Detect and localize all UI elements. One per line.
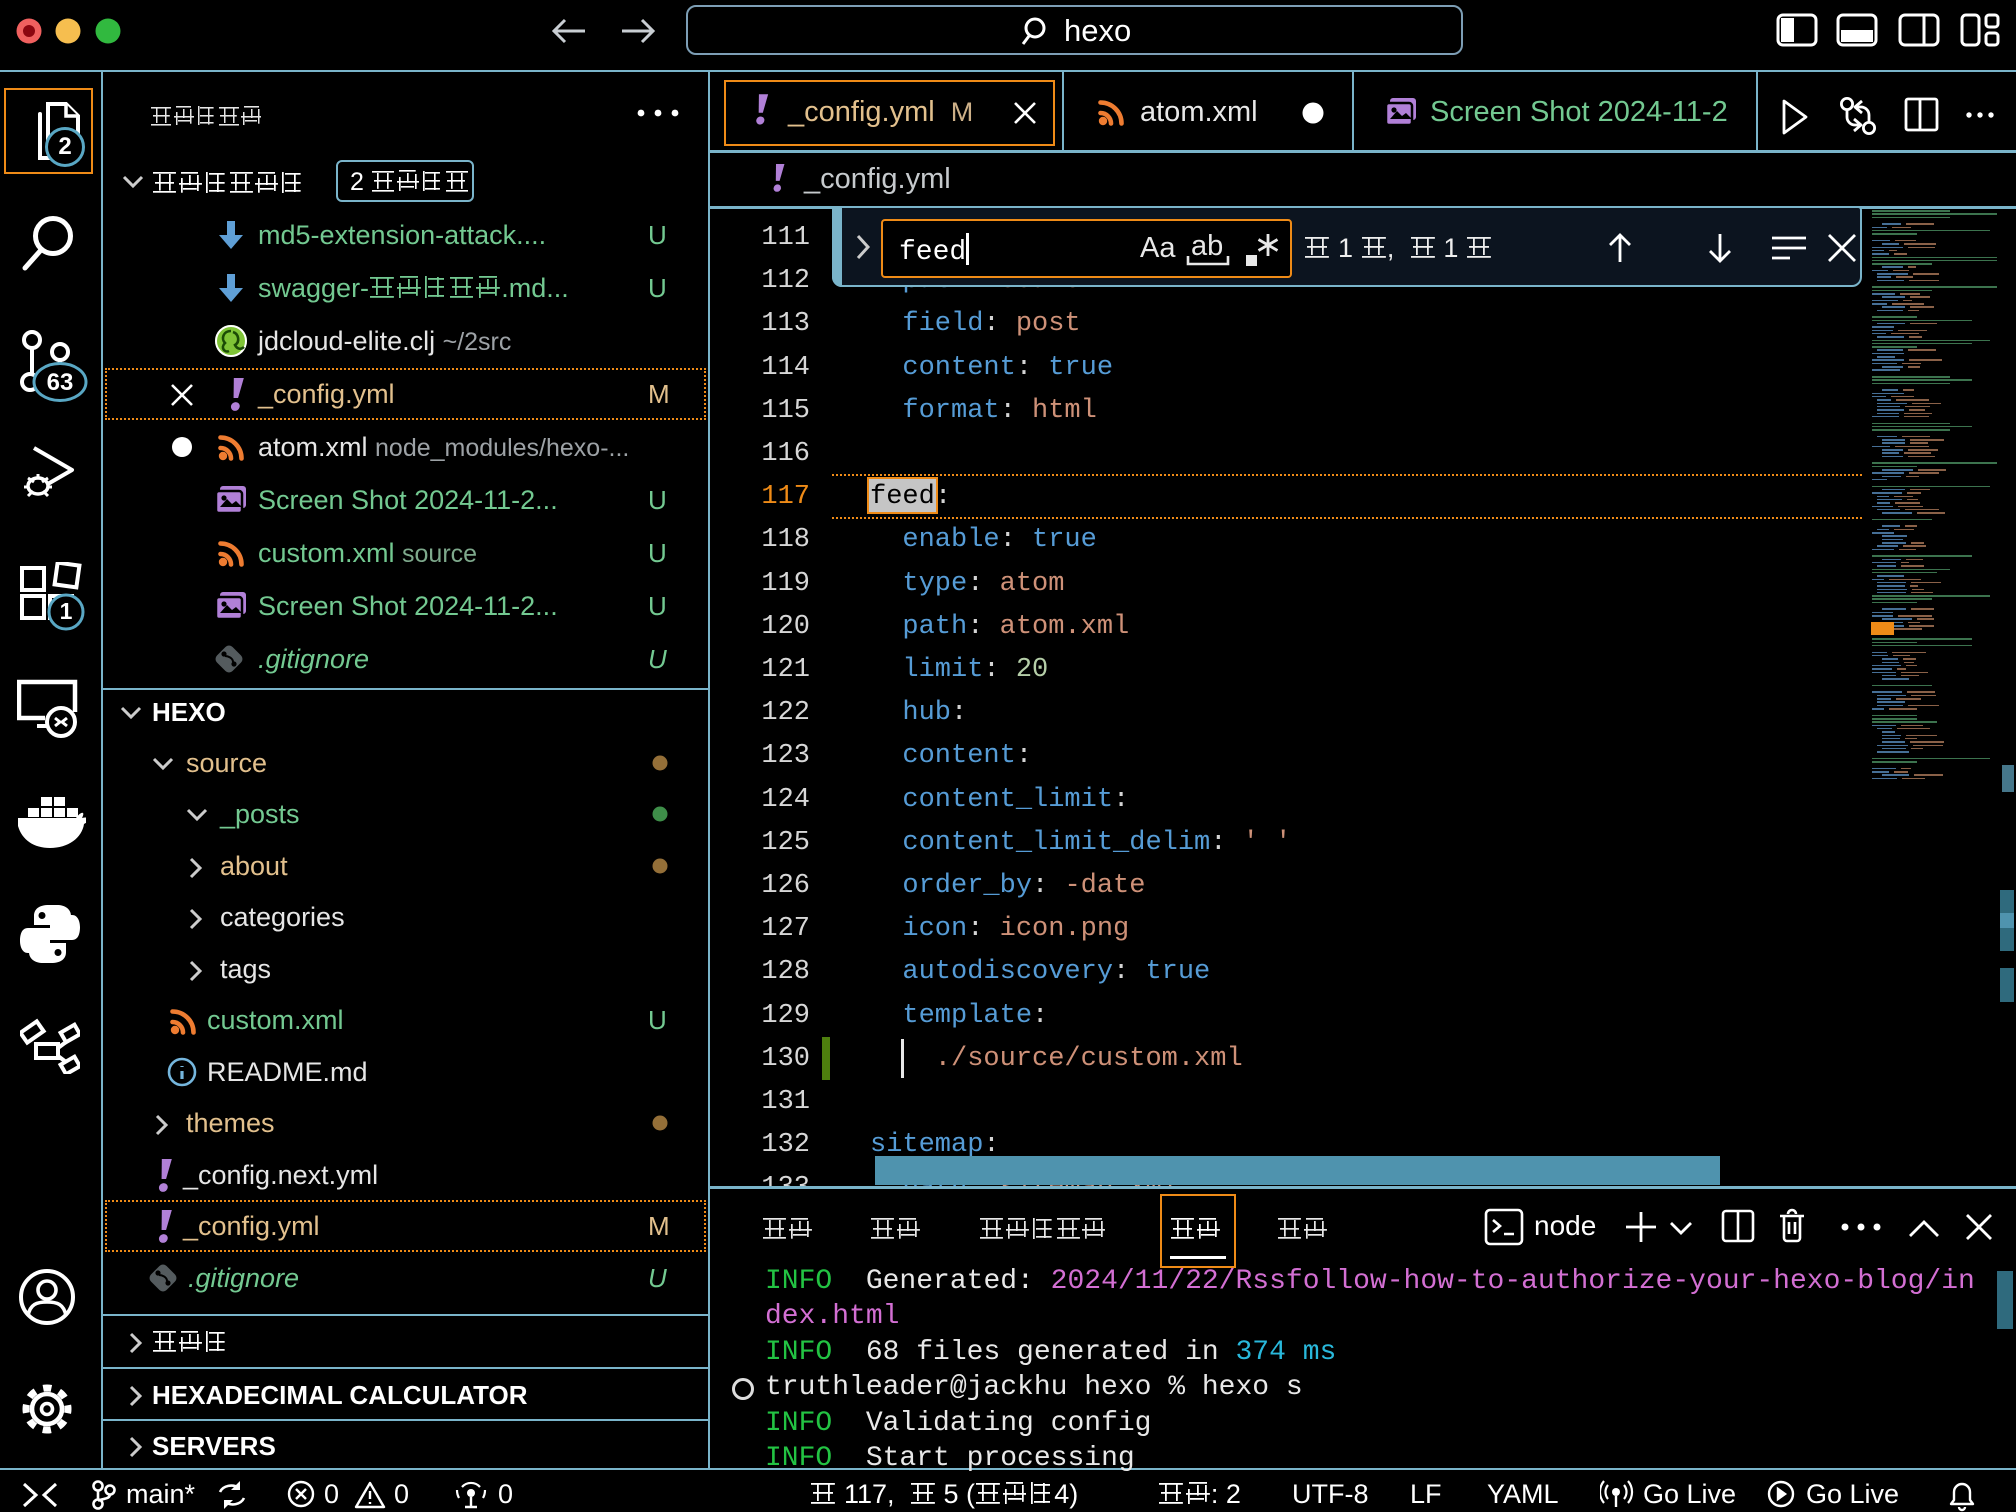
svg-text:2: 2: [58, 133, 71, 160]
svg-text:63: 63: [47, 369, 74, 396]
svg-text:1: 1: [60, 598, 73, 624]
